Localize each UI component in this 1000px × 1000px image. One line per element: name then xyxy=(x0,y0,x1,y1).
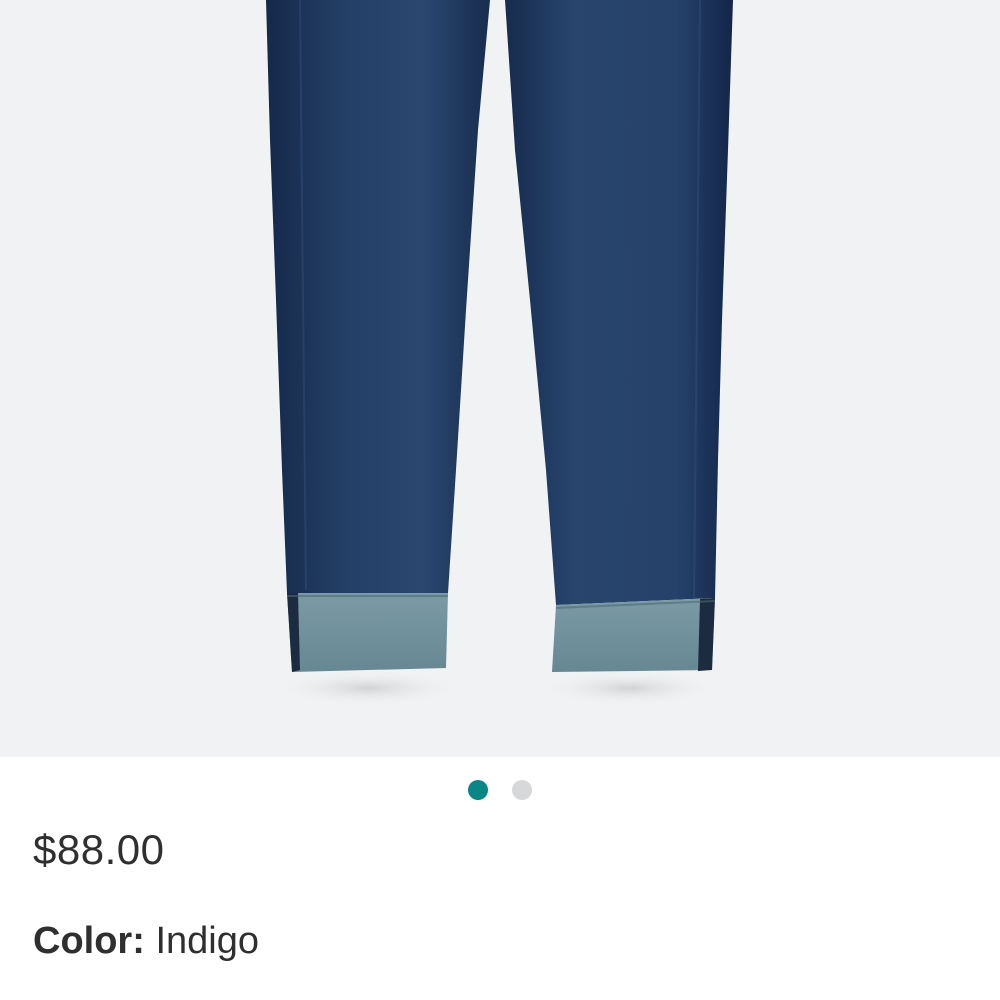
product-color: Color: Indigo xyxy=(33,920,259,963)
color-label: Color: xyxy=(33,920,156,962)
left-shadow xyxy=(273,670,463,706)
product-detail-page: $88.00 Color: Indigo xyxy=(0,0,1000,1000)
jeans-image xyxy=(266,0,733,706)
image-carousel-pager xyxy=(0,780,1000,800)
left-leg xyxy=(266,0,490,593)
product-image[interactable] xyxy=(0,0,1000,757)
right-cuff xyxy=(552,598,715,672)
product-price: $88.00 xyxy=(33,826,165,873)
color-value: Indigo xyxy=(155,920,259,962)
left-cuff xyxy=(287,593,448,672)
carousel-dot-2[interactable] xyxy=(512,780,532,800)
carousel-dot-1[interactable] xyxy=(468,780,488,800)
right-shadow xyxy=(540,670,720,706)
